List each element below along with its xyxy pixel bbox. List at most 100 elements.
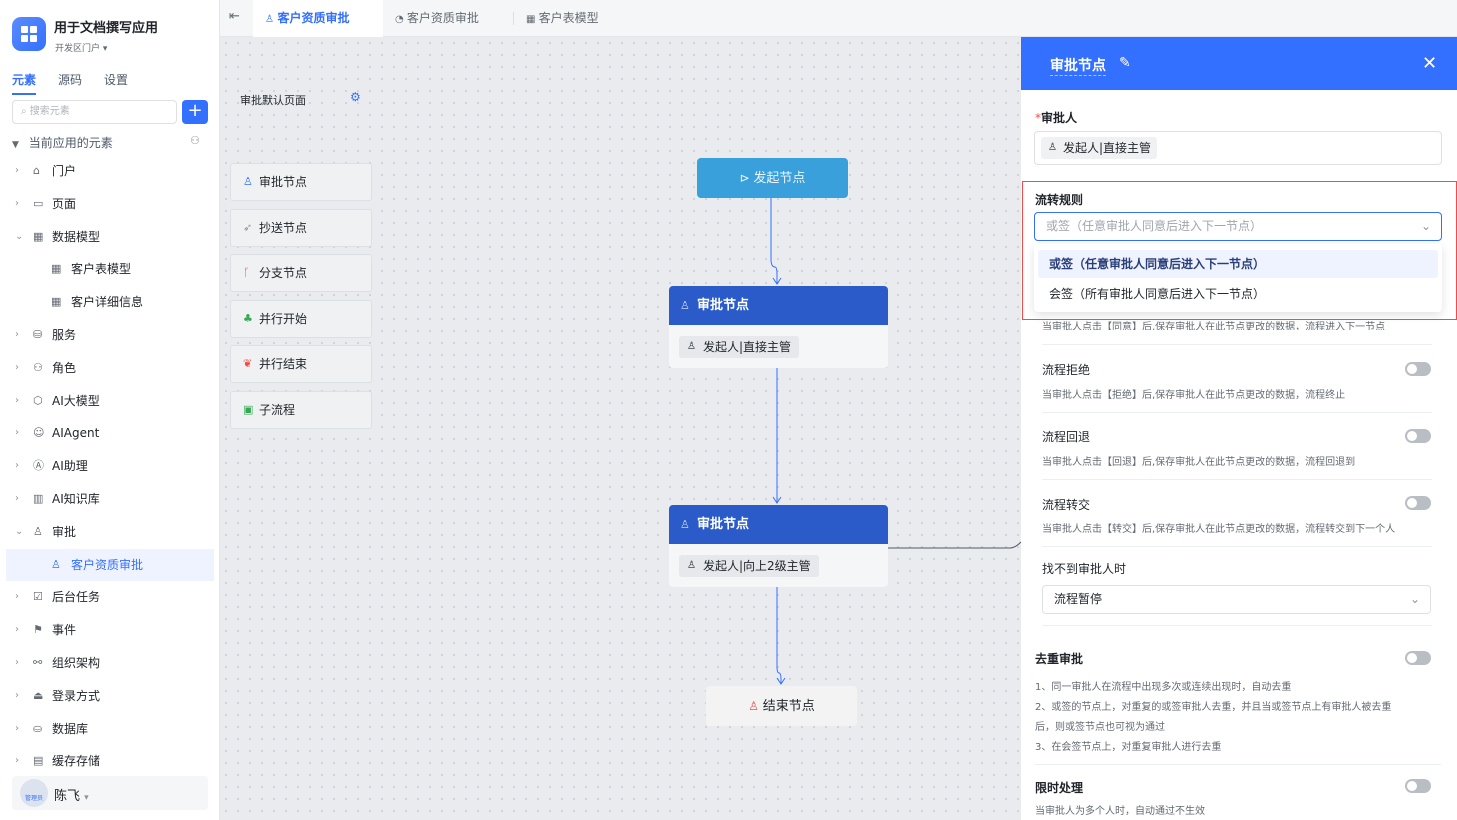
chevron-right-icon: ›: [15, 361, 19, 373]
approval-node-1[interactable]: ♙ 审批节点 ♙ 发起人|直接主管: [669, 286, 888, 368]
tree-item-ai-model[interactable]: › ⬡ AI大模型: [0, 385, 220, 418]
approval-icon: ♙: [680, 518, 690, 531]
timelimit-toggle[interactable]: [1405, 779, 1431, 793]
chevron-right-icon: ›: [15, 689, 19, 701]
tree-item-service[interactable]: › ⛁ 服务: [0, 319, 220, 352]
transfer-toggle[interactable]: [1405, 496, 1431, 510]
user-menu[interactable]: 管理员 陈飞 ▾: [12, 776, 208, 810]
tab-customer-approval[interactable]: ◔ 客户资质审批: [383, 0, 513, 37]
rollback-toggle[interactable]: [1405, 429, 1431, 443]
org-icon: ⚯: [33, 655, 43, 669]
tree-item-cache[interactable]: › ▤ 缓存存储: [0, 745, 220, 778]
avatar: 管理员: [20, 779, 48, 807]
element-tree: › ⌂ 门户 › ▭ 页面 ⌄ ▦ 数据模型 ▦ 客户表模型 ▦ 客户详细信息 › ⛁ 服务 › ⚇ 角…: [0, 155, 220, 778]
tree-item-ai-knowledge[interactable]: › ▥ AI知识库: [0, 483, 220, 516]
panel-title[interactable]: 审批节点: [1050, 55, 1106, 76]
chevron-right-icon: ›: [15, 624, 19, 636]
search-input[interactable]: ⌕ 搜索元素: [12, 100, 177, 124]
chevron-right-icon: ›: [15, 460, 19, 472]
book-icon: ▥: [33, 491, 44, 505]
tree-item-event[interactable]: › ⚑ 事件: [0, 614, 220, 647]
chevron-right-icon: ›: [15, 328, 19, 340]
tree-item-database[interactable]: › ⛀ 数据库: [0, 713, 220, 746]
collapse-sidebar-icon[interactable]: ⇤: [229, 9, 240, 24]
approval-icon: ♙: [680, 299, 690, 312]
tab-elements[interactable]: 元素: [12, 71, 37, 95]
tree-item-customer-detail[interactable]: ▦ 客户详细信息: [0, 286, 220, 319]
chevron-right-icon: ›: [15, 165, 19, 176]
sidebar-tabs: 元素 源码 设置: [12, 71, 128, 95]
page-icon: ▭: [33, 196, 44, 210]
portal-switcher[interactable]: 开发区门户 ▾: [55, 41, 107, 54]
approver-field[interactable]: ♙ 发起人|直接主管: [1034, 131, 1442, 165]
approval-icon: ♙: [51, 557, 61, 571]
flow-edges: [770, 198, 1021, 685]
tab-source[interactable]: 源码: [58, 71, 82, 95]
tree-item-role[interactable]: › ⚇ 角色: [0, 352, 220, 385]
tab-customer-model[interactable]: ▦ 客户表模型: [526, 0, 646, 37]
approval-icon: ♙: [33, 524, 43, 538]
divider: [1042, 546, 1432, 547]
tree-item-portal[interactable]: › ⌂ 门户: [0, 155, 220, 188]
chevron-right-icon: ›: [15, 656, 19, 668]
transfer-label: 流程转交: [1042, 498, 1091, 512]
tree-item-background-task[interactable]: › ☑ 后台任务: [0, 581, 220, 614]
user-icon: ♙: [687, 560, 696, 571]
tree-item-customer-approval[interactable]: ♙ 客户资质审批: [6, 548, 214, 582]
home-icon: ⌂: [33, 164, 40, 177]
database-icon: ⛀: [33, 721, 43, 735]
approval-icon: ♙: [265, 14, 278, 25]
user-name: 陈飞 ▾: [54, 789, 89, 804]
ai-model-icon: ⬡: [33, 393, 43, 407]
divider: [1035, 764, 1441, 765]
reject-desc: 当审批人点击【拒绝】后,保存审批人在此节点更改的数据，流程终止: [1042, 390, 1346, 401]
start-node[interactable]: ⊳ 发起节点: [697, 158, 848, 198]
divider: [1042, 344, 1432, 345]
user-icon: ♙: [1048, 142, 1057, 153]
tab-settings[interactable]: 设置: [104, 71, 128, 95]
structure-icon[interactable]: ⚇: [190, 134, 200, 147]
approval-node-2[interactable]: ♙ 审批节点 ♙ 发起人|向上2级主管: [669, 505, 888, 587]
dedupe-toggle[interactable]: [1405, 651, 1431, 665]
notfound-select[interactable]: 流程暂停 ⌄: [1042, 585, 1431, 614]
edit-icon[interactable]: ✎: [1119, 55, 1131, 71]
edge-node2-end: [776, 586, 782, 684]
tree-item-ai-agent[interactable]: › ☺ AIAgent: [0, 417, 220, 450]
panel-header: 审批节点 ✎ ✕: [1021, 37, 1457, 90]
tree-item-ai-assistant[interactable]: › Ⓐ AI助理: [0, 450, 220, 483]
tree-item-customer-model[interactable]: ▦ 客户表模型: [0, 253, 220, 286]
approver-chip: ♙ 发起人|直接主管: [679, 336, 800, 358]
rollback-label: 流程回退: [1042, 430, 1091, 444]
end-node[interactable]: ♙ 结束节点: [706, 686, 857, 726]
chevron-right-icon: ›: [15, 492, 19, 504]
highlight-box: [1022, 181, 1457, 320]
reject-label: 流程拒绝: [1042, 363, 1091, 377]
search-icon: ⌕: [21, 106, 30, 117]
chevron-right-icon: ›: [15, 394, 19, 406]
tree-item-approval[interactable]: ⌄ ♙ 审批: [0, 516, 220, 549]
tree-item-page[interactable]: › ▭ 页面: [0, 188, 220, 221]
tree-item-login[interactable]: › ⏏ 登录方式: [0, 680, 220, 713]
chevron-down-icon: ⌄: [15, 230, 24, 242]
tree-item-org[interactable]: › ⚯ 组织架构: [0, 647, 220, 680]
transfer-desc: 当审批人点击【转交】后,保存审批人在此节点更改的数据，流程转交到下一个人: [1042, 524, 1396, 535]
robot-icon: ☺: [33, 426, 45, 440]
tab-customer-approval-active[interactable]: ♙ 客户资质审批: [253, 0, 383, 37]
ai-assistant-icon: Ⓐ: [33, 459, 44, 473]
chevron-right-icon: ›: [15, 197, 19, 209]
close-icon[interactable]: ✕: [1422, 53, 1437, 74]
section-header[interactable]: ▼ 当前应用的元素 ⚇: [12, 134, 208, 151]
add-element-button[interactable]: +: [182, 100, 208, 124]
approver-tag[interactable]: ♙ 发起人|直接主管: [1041, 137, 1158, 159]
dedupe-label: 去重审批: [1035, 652, 1084, 666]
user-icon: ♙: [687, 341, 696, 352]
tree-item-data-model[interactable]: ⌄ ▦ 数据模型: [0, 221, 220, 254]
properties-panel: 审批节点 ✎ ✕ *审批人 ♙ 发起人|直接主管 流转规则 或签（任意审批人同意后…: [1021, 37, 1457, 820]
divider: [1042, 479, 1432, 480]
table-icon: ▦: [33, 229, 44, 243]
play-icon: ⊳: [739, 171, 754, 185]
table-icon: ▦: [51, 295, 62, 309]
reject-toggle[interactable]: [1405, 362, 1431, 376]
approver-chip: ♙ 发起人|向上2级主管: [679, 555, 819, 577]
chevron-right-icon: ›: [15, 591, 19, 603]
